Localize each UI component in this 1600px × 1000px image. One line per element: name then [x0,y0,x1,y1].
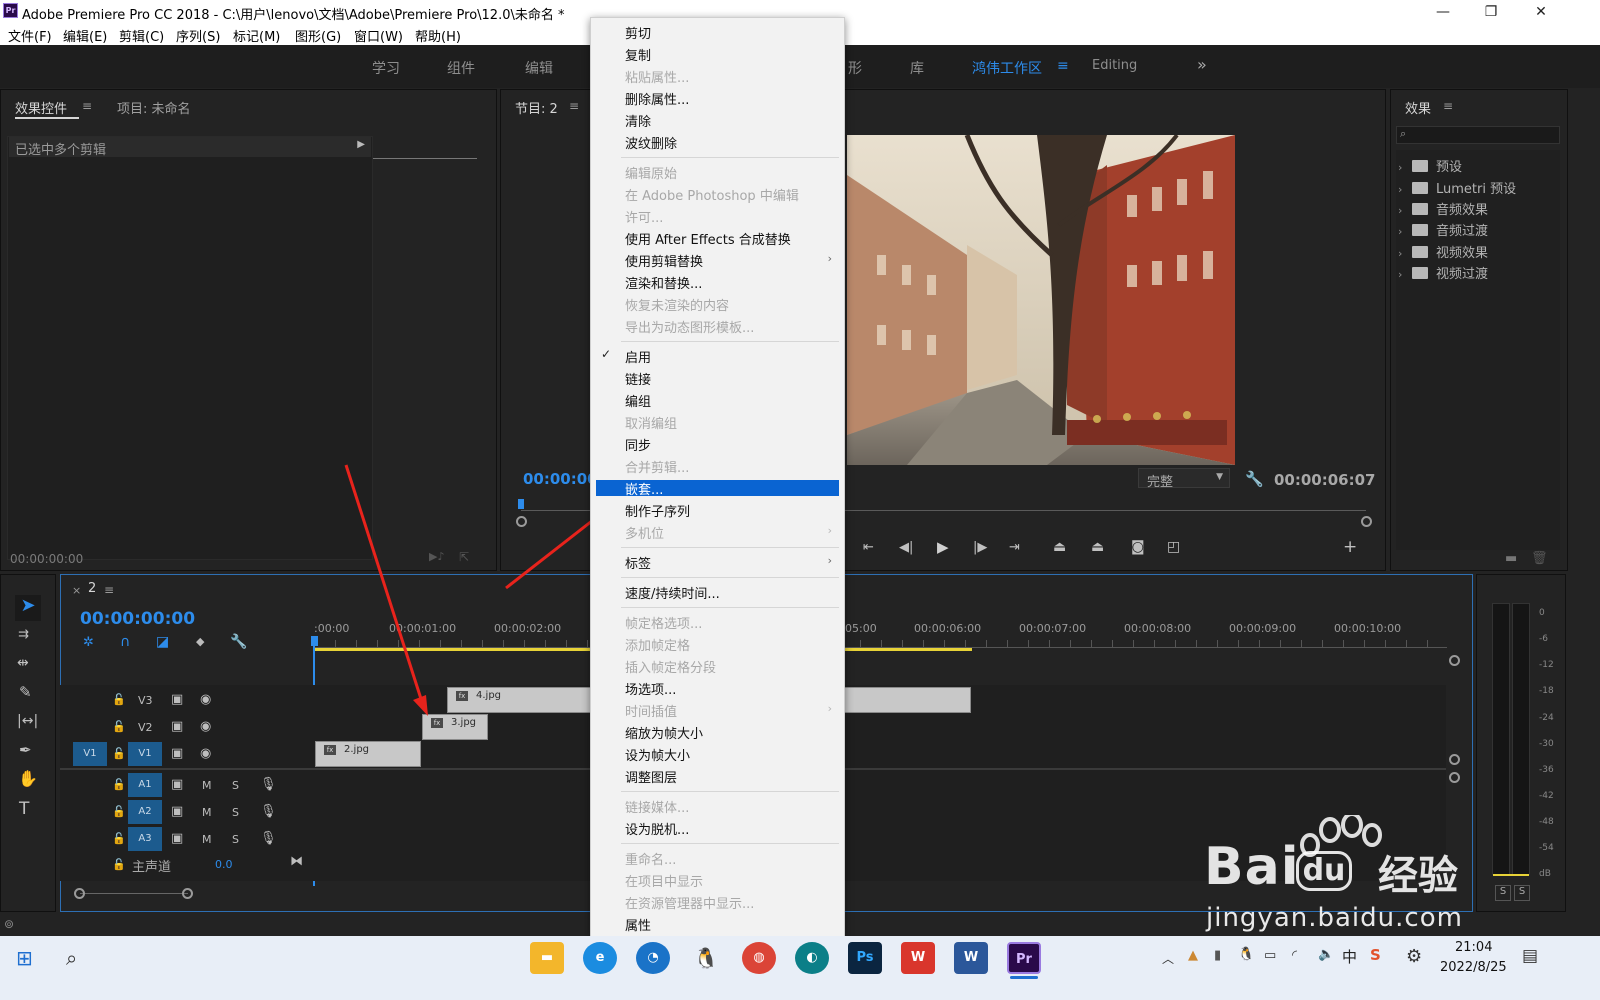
submenu-arrow-icon: › [827,252,832,265]
checkmark-icon: ✓ [601,347,612,361]
premiere-taskbar-icon[interactable]: Pr [1007,942,1041,974]
menu-item-render-and-replace[interactable]: 渲染和替换... [625,273,702,292]
menu-separator [621,157,839,158]
windows-start-icon[interactable]: ⊞ [16,946,33,970]
menu-item-cut[interactable]: 剪切 [625,23,651,42]
menu-item-time-interpolation[interactable]: 时间插值 [625,701,677,720]
search-icon[interactable]: ⌕ [66,946,77,970]
tray-battery-icon[interactable]: ▭ [1264,948,1276,963]
gear-icon[interactable]: ⚙ [1406,946,1422,967]
submenu-arrow-icon: › [827,524,832,537]
menu-item-frame-hold-options[interactable]: 帧定格选项... [625,613,702,632]
menu-item-restore-unrendered[interactable]: 恢复未渲染的内容 [625,295,729,314]
submenu-arrow-icon: › [827,554,832,567]
menu-item-properties[interactable]: 属性 [625,915,651,934]
menu-item-merge-clips[interactable]: 合并剪辑... [625,457,689,476]
baidu-jingyan-watermark: Bai du 经验 jingyan.baidu.com [1200,812,1500,935]
menu-separator [621,843,839,844]
context-menu: 剪切 复制 粘贴属性... 删除属性... 清除 波纹删除 编辑原始 在 Ado… [590,17,845,937]
menu-separator [621,577,839,578]
menu-item-make-subsequence[interactable]: 制作子序列 [625,501,690,520]
menu-item-insert-frame-hold[interactable]: 插入帧定格分段 [625,657,716,676]
menu-item-enable[interactable]: 启用 [625,347,651,366]
menu-item-ungroup[interactable]: 取消编组 [625,413,677,432]
menu-item-edit-in-photoshop[interactable]: 在 Adobe Photoshop 中编辑 [625,185,799,204]
tray-qq-icon[interactable]: 🐧 [1238,947,1254,962]
menu-item-link[interactable]: 链接 [625,369,651,388]
arrow-to-clip [344,464,424,703]
menu-item-copy[interactable]: 复制 [625,45,651,64]
menu-item-synchronize[interactable]: 同步 [625,435,651,454]
edge-icon[interactable]: ◐ [795,942,829,974]
tray-app-icon[interactable]: ▲ [1188,948,1198,963]
search-browser-icon[interactable]: ◔ [636,942,670,974]
file-explorer-icon[interactable]: ▬ [530,942,564,974]
menu-separator [621,607,839,608]
photoshop-icon[interactable]: Ps [848,942,882,974]
menu-separator [621,791,839,792]
menu-item-replace-with-clip[interactable]: 使用剪辑替换 [625,251,703,270]
ime-indicator[interactable]: 中 [1342,946,1357,967]
menu-item-set-to-frame[interactable]: 设为帧大小 [625,745,690,764]
menu-separator [621,547,839,548]
taskbar-date[interactable]: 2022/8/25 [1440,960,1507,975]
menu-item-edit-original[interactable]: 编辑原始 [625,163,677,182]
volume-icon[interactable]: 🔈 [1318,947,1334,962]
submenu-arrow-icon: › [827,702,832,715]
menu-item-nest[interactable]: 嵌套... [625,479,663,498]
taskbar-bottom-strip [0,980,1600,1000]
menu-item-adjustment-layer[interactable]: 调整图层 [625,767,677,786]
active-app-indicator [1010,976,1038,979]
wifi-icon[interactable]: ◜ [1292,948,1297,963]
wps-icon[interactable]: W [901,942,935,974]
watermark-brand-left: Bai [1204,837,1300,897]
chrome-icon[interactable]: ◍ [742,942,776,974]
menu-item-paste-attributes[interactable]: 粘贴属性... [625,67,689,86]
menu-item-multi-camera[interactable]: 多机位 [625,523,664,542]
menu-item-field-options[interactable]: 场选项... [625,679,676,698]
menu-item-group[interactable]: 编组 [625,391,651,410]
menu-item-reveal-in-explorer[interactable]: 在资源管理器中显示... [625,893,754,912]
menu-item-clear[interactable]: 清除 [625,111,651,130]
menu-separator [621,341,839,342]
taskbar-time[interactable]: 21:04 [1455,940,1492,955]
tray-usb-icon[interactable]: ▮ [1214,948,1221,963]
menu-item-replace-with-ae[interactable]: 使用 After Effects 合成替换 [625,229,791,248]
menu-item-make-offline[interactable]: 设为脱机... [625,819,689,838]
watermark-url: jingyan.baidu.com [1206,903,1463,933]
notification-icon[interactable]: ▤ [1522,946,1538,966]
sogou-ime-icon[interactable]: S [1370,946,1381,964]
menu-item-license[interactable]: 许可... [625,207,663,226]
menu-item-ripple-delete[interactable]: 波纹删除 [625,133,677,152]
tray-overflow-icon[interactable]: ︿ [1162,950,1174,967]
menu-item-add-frame-hold[interactable]: 添加帧定格 [625,635,690,654]
menu-item-label[interactable]: 标签 [625,553,651,572]
watermark-brand-du: du [1296,851,1352,891]
menu-item-reveal-in-project[interactable]: 在项目中显示 [625,871,703,890]
menu-item-link-media[interactable]: 链接媒体... [625,797,689,816]
browser-e-icon[interactable]: e [583,942,617,974]
word-icon[interactable]: W [954,942,988,974]
watermark-brand-right: 经验 [1378,853,1458,899]
menu-item-rename[interactable]: 重命名... [625,849,676,868]
menu-item-scale-to-frame[interactable]: 缩放为帧大小 [625,723,703,742]
arrow-head-clip [413,695,428,716]
menu-item-export-motion-template[interactable]: 导出为动态图形模板... [625,317,754,336]
menu-item-speed-duration[interactable]: 速度/持续时间... [625,583,720,602]
menu-item-remove-attributes[interactable]: 删除属性... [625,89,689,108]
qq-icon[interactable]: 🐧 [689,942,723,974]
